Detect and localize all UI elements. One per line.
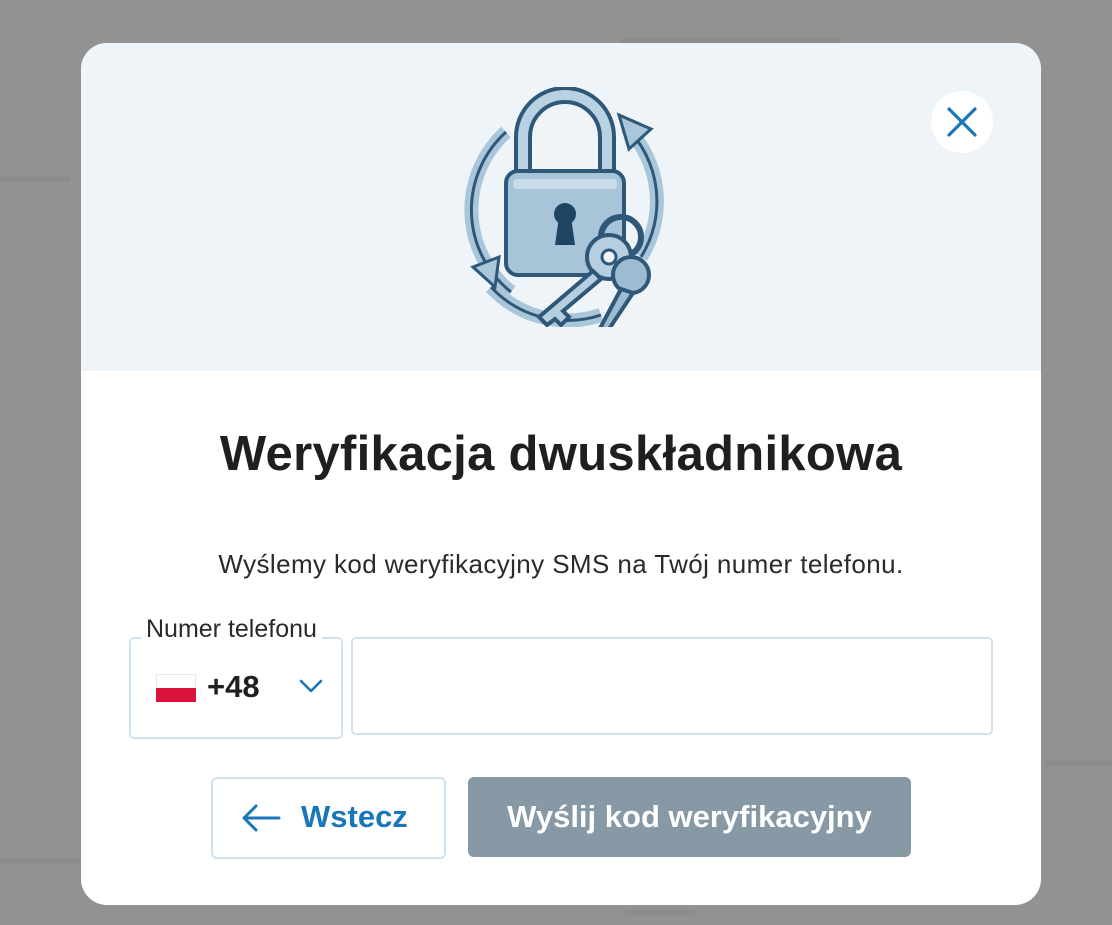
two-factor-dialog: Weryfikacja dwuskładnikowa Wyślemy kod w… — [81, 43, 1041, 905]
dialog-description: Wyślemy kod weryfikacyjny SMS na Twój nu… — [218, 549, 904, 579]
send-button-label: Wyślij kod weryfikacyjny — [507, 799, 872, 834]
padlock-with-keys-illustration — [464, 87, 664, 327]
chevron-down-icon — [299, 679, 323, 693]
poland-flag-icon — [156, 674, 196, 702]
arrow-left-icon — [242, 804, 281, 832]
dial-code: +48 — [207, 669, 260, 704]
background-text — [625, 910, 695, 916]
dialog-title: Weryfikacja dwuskładnikowa — [219, 427, 903, 481]
phone-number-input[interactable] — [351, 637, 993, 735]
dialog-hero — [81, 43, 1041, 371]
background-text — [1045, 760, 1112, 766]
close-icon — [947, 107, 977, 137]
back-button-label: Wstecz — [301, 799, 408, 834]
close-button[interactable] — [931, 91, 993, 153]
background-text — [0, 176, 70, 182]
send-verification-code-button[interactable]: Wyślij kod weryfikacyjny — [468, 777, 911, 857]
background-text — [0, 858, 81, 864]
country-code-select[interactable]: +48 — [129, 637, 343, 739]
back-button[interactable]: Wstecz — [211, 777, 446, 859]
phone-field-label: Numer telefonu — [141, 615, 322, 644]
